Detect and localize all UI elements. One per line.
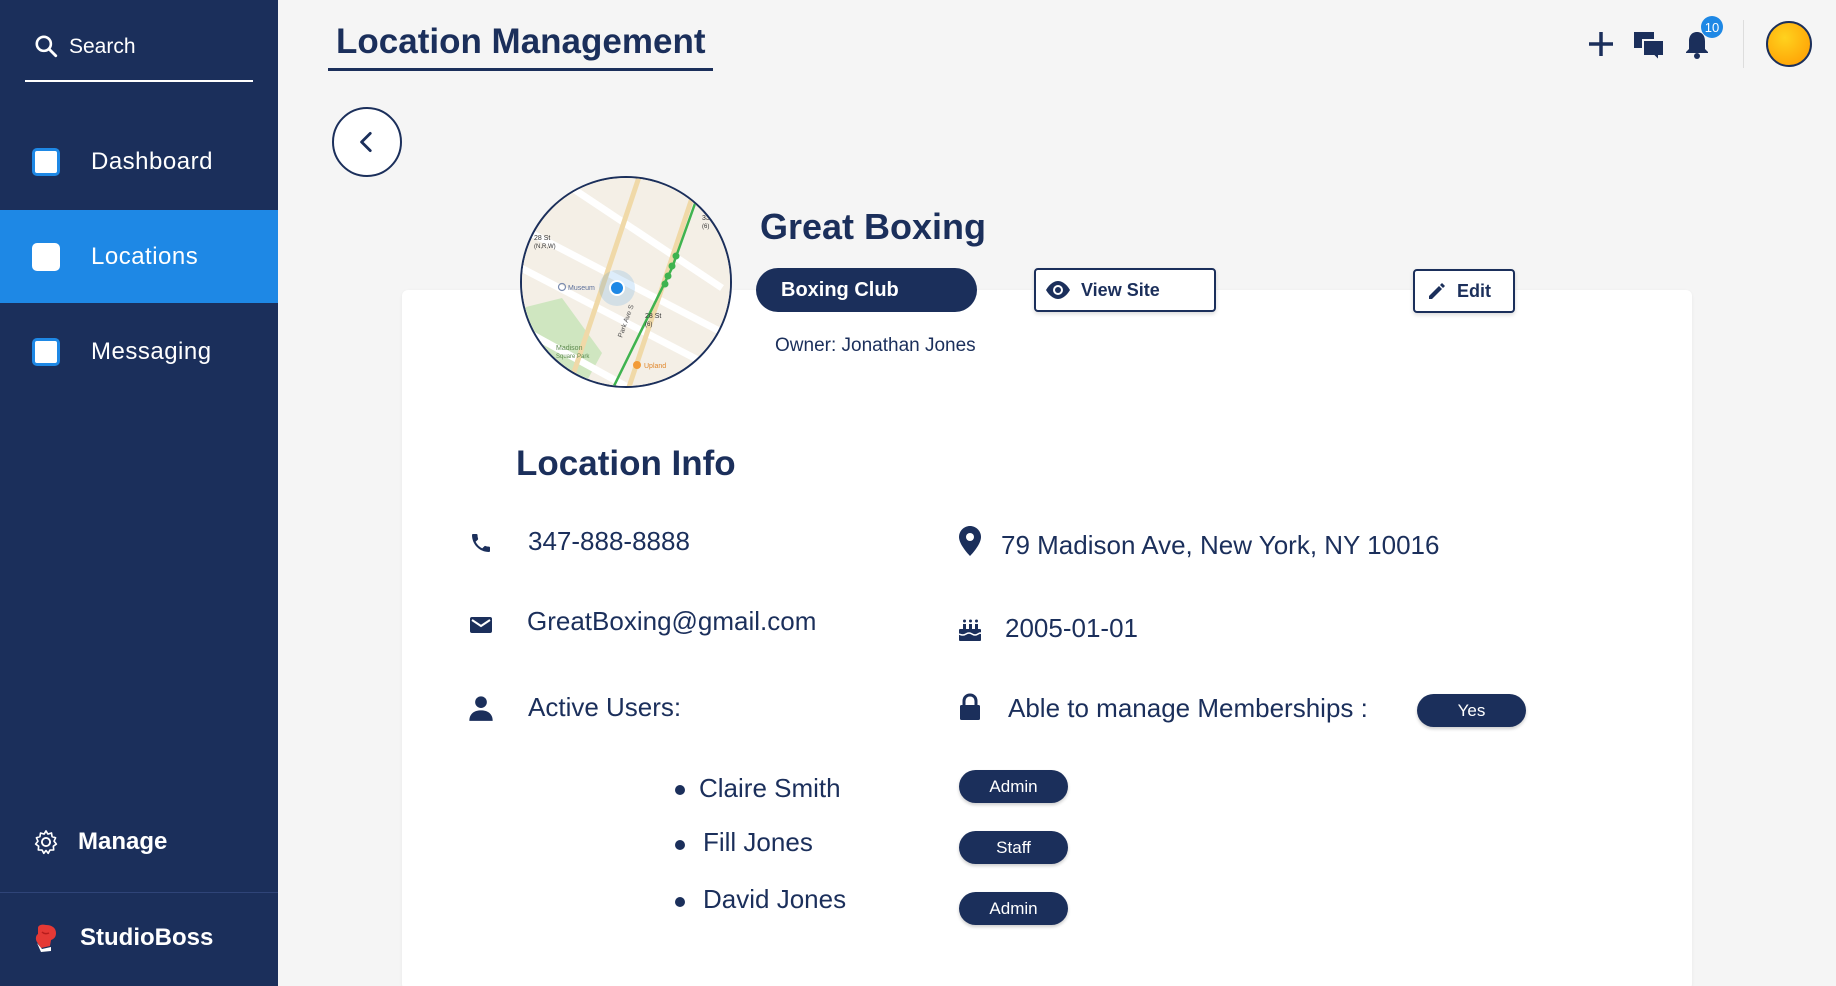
notification-badge: 10 [1701,16,1723,38]
sidebar-item-label: Locations [91,242,199,270]
eye-icon [1046,281,1070,299]
location-type-badge: Boxing Club [756,268,977,312]
map-label-28st-6-sub: (6) [645,322,652,328]
brand-label: StudioBoss [80,924,214,951]
gear-icon [34,830,58,855]
sidebar-item-label: Messaging [91,337,212,365]
map-label-madison: Madison [556,345,583,352]
location-pin-icon [955,526,985,556]
manage-label: Manage [78,828,168,855]
map-label-28st-sub: (N,R,W) [534,244,556,250]
date-text: 2005-01-01 [1005,613,1138,643]
mail-icon [466,610,496,640]
lock-icon [955,692,985,722]
phone-text: 347-888-8888 [528,526,690,556]
sidebar-item-manage[interactable]: Manage [32,828,272,856]
sidebar-search[interactable]: Search [25,28,253,82]
address-text: 79 Madison Ave, New York, NY 10016 [1001,530,1440,560]
view-site-button[interactable]: View Site [1034,268,1216,312]
search-label: Search [69,35,136,58]
phone-icon [466,528,496,558]
role-badge-1: Admin [959,770,1068,803]
role-badge-2: Staff [959,831,1068,864]
location-name: Great Boxing [760,206,987,247]
search-icon [35,35,58,58]
sidebar-divider [0,892,278,893]
edit-button[interactable]: Edit [1413,269,1515,313]
bullet-icon [675,897,685,907]
email-text[interactable]: GreatBoxing@gmail.com [527,606,816,637]
map-label-madison-sub: Square Park [556,354,590,360]
section-title: Location Info [516,444,736,483]
add-icon[interactable] [1583,26,1619,62]
edit-label: Edit [1457,280,1491,301]
checkbox-icon [32,147,60,176]
checkbox-icon [32,337,60,366]
active-users-label: Active Users: [528,692,682,722]
map-label-museum: Museum [568,285,595,292]
sidebar-item-label: Dashboard [91,147,213,175]
map-label-28st: 28 St [534,235,550,242]
sidebar: Search Dashboard Locations Messaging Man… [0,0,278,986]
owner-text: Owner: Jonathan Jones [775,335,976,356]
map-image: 28 St (N,R,W) Museum 28 St (6) Madison S… [522,178,730,386]
boxing-glove-icon [35,924,56,952]
map-label-upland: Upland [644,363,666,370]
chevron-left-icon [360,131,372,153]
user-name-3: David Jones [703,884,847,914]
bullet-icon [675,785,685,795]
page-title: Location Management [328,22,714,71]
back-button[interactable] [332,107,402,177]
user-name-1: Claire Smith [699,773,841,803]
sidebar-item-messaging[interactable]: Messaging [0,305,278,398]
brand[interactable]: StudioBoss [30,922,270,954]
role-badge-3: Admin [959,892,1068,925]
header-actions: 10 [1571,16,1812,68]
notifications-button[interactable]: 10 [1679,16,1723,62]
bullet-icon [675,840,685,850]
user-icon [466,693,496,723]
sidebar-item-locations[interactable]: Locations [0,210,278,303]
user-name-2: Fill Jones [703,827,813,857]
pencil-icon [1429,283,1445,299]
view-site-label: View Site [1081,279,1160,300]
header-divider [1743,20,1744,68]
location-map[interactable]: 28 St (N,R,W) Museum 28 St (6) Madison S… [520,176,732,388]
memberships-badge: Yes [1417,694,1526,727]
sidebar-item-dashboard[interactable]: Dashboard [0,115,278,208]
memberships-label: Able to manage Memberships : [1008,693,1368,723]
avatar[interactable] [1766,21,1812,67]
map-label-33-sub: (6) [702,224,709,230]
chat-icon[interactable] [1631,26,1667,62]
map-label-33: 33 [702,215,710,222]
map-label-28st-6: 28 St [645,313,661,320]
checkbox-icon [32,242,60,271]
cake-icon [955,614,985,644]
